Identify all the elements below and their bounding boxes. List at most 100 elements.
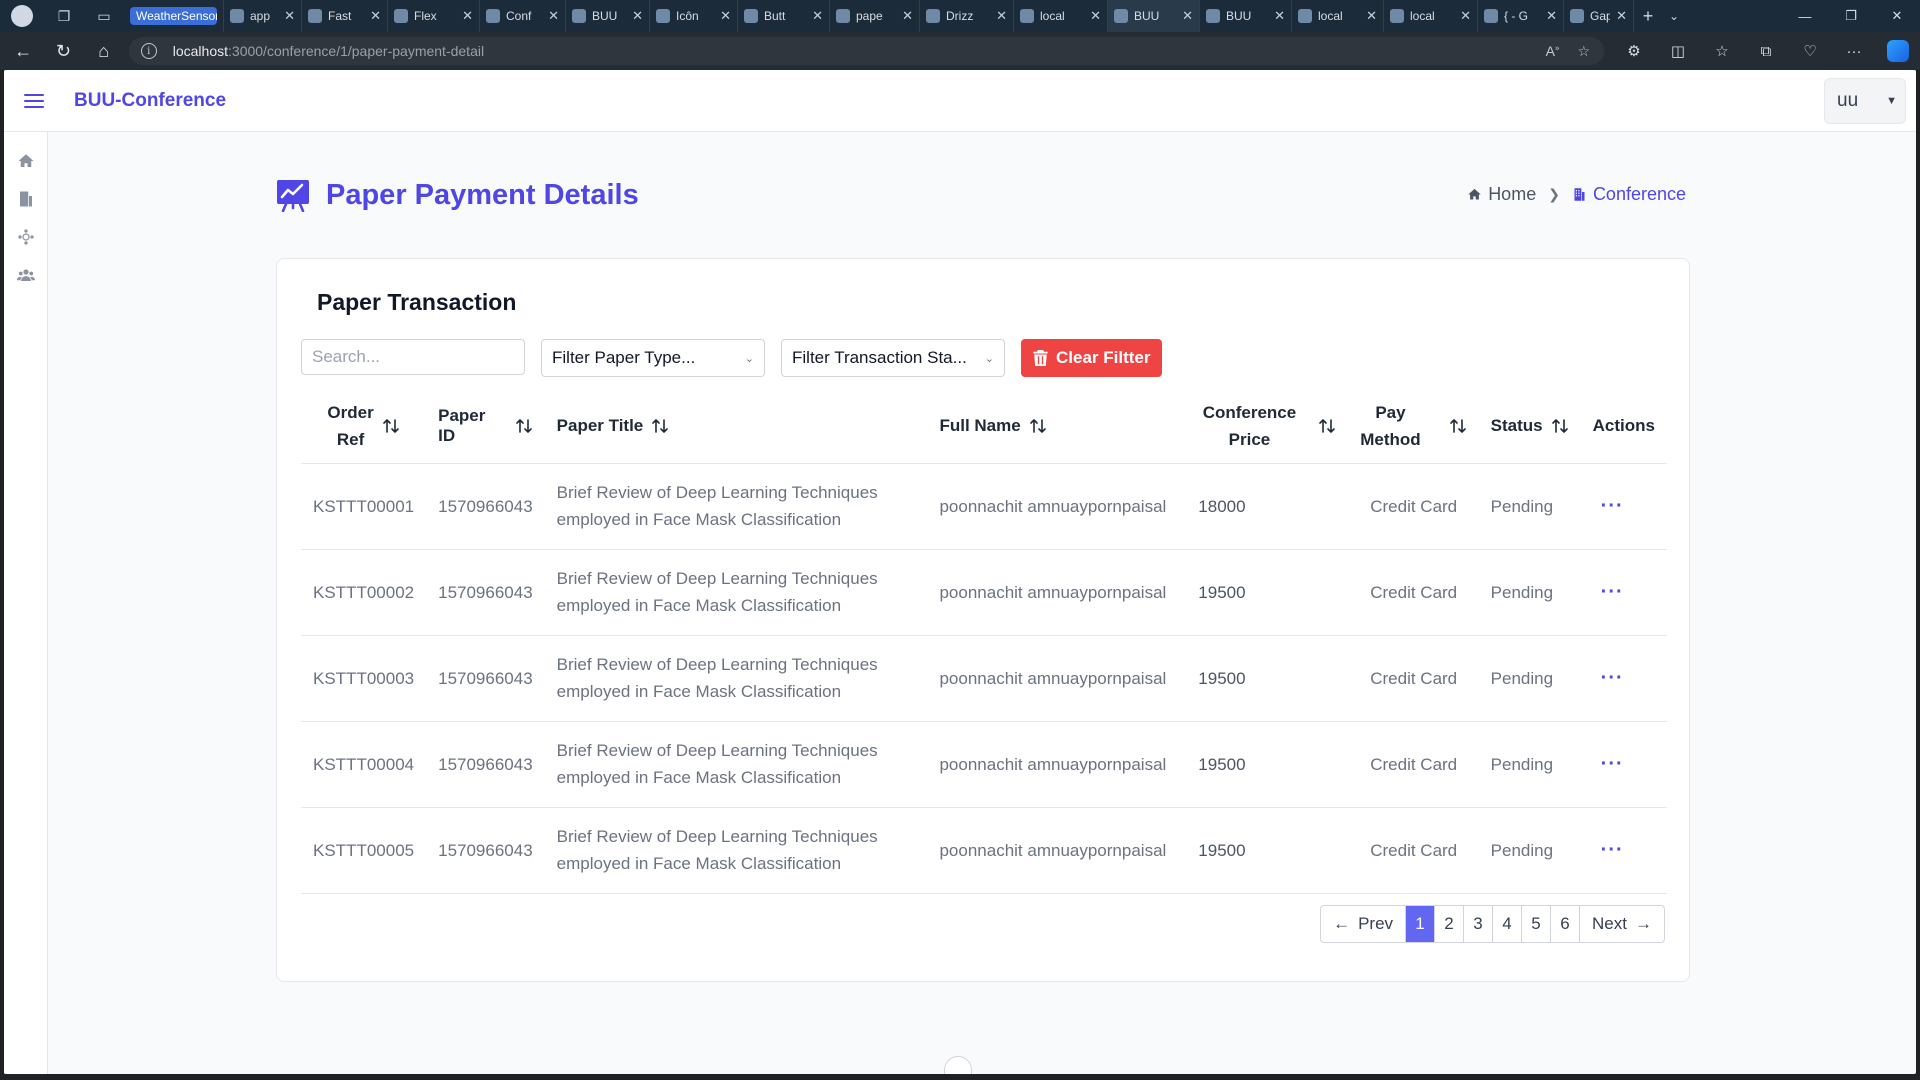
row-actions-menu-icon[interactable]: ···	[1580, 635, 1667, 722]
next-page-button[interactable]: Next →	[1580, 906, 1664, 942]
close-tab-icon[interactable]: ✕	[1090, 8, 1101, 24]
favorite-star-icon[interactable]: ☆	[1577, 43, 1590, 60]
favorites-icon[interactable]: ☆	[1700, 32, 1744, 70]
col-status[interactable]: Status	[1478, 389, 1581, 464]
close-tab-icon[interactable]: ✕	[812, 8, 823, 24]
sort-icon[interactable]	[1551, 417, 1569, 435]
sort-icon[interactable]	[1449, 417, 1467, 435]
browser-tab[interactable]: Icôn ✕	[650, 0, 738, 32]
col-conference-price[interactable]: Conference Price	[1186, 389, 1349, 464]
devtools-toggle-icon[interactable]	[944, 1056, 972, 1074]
browser-tab[interactable]: local ✕	[1014, 0, 1108, 32]
browser-tab[interactable]: Butt ✕	[738, 0, 830, 32]
sort-icon[interactable]	[1029, 417, 1047, 435]
browser-tab[interactable]: BUU ✕	[1108, 0, 1200, 32]
more-menu-icon[interactable]: ···	[1832, 32, 1876, 70]
prev-page-button[interactable]: ← Prev	[1321, 906, 1407, 942]
clear-filter-button[interactable]: Clear Filtter	[1021, 339, 1163, 377]
close-tab-icon[interactable]: ✕	[632, 8, 643, 24]
close-tab-icon[interactable]: ✕	[1274, 8, 1285, 24]
browser-tab[interactable]: pape ✕	[830, 0, 920, 32]
browser-tab[interactable]: Conf ✕	[480, 0, 566, 32]
close-tab-icon[interactable]: ✕	[462, 8, 473, 24]
sidebar-item-network[interactable]	[4, 218, 48, 256]
browser-tab[interactable]: WeatherSensor	[124, 0, 224, 32]
browser-essentials-icon[interactable]: ♡	[1788, 32, 1832, 70]
row-actions-menu-icon[interactable]: ···	[1580, 549, 1667, 636]
close-tab-icon[interactable]: ✕	[1182, 8, 1193, 24]
breadcrumb-conference[interactable]: Conference	[1572, 184, 1686, 205]
col-pay-method[interactable]: Pay Method	[1348, 389, 1479, 464]
sort-icon[interactable]	[515, 417, 533, 435]
read-aloud-icon[interactable]: A»	[1546, 43, 1560, 60]
browser-tab[interactable]: Drizz ✕	[920, 0, 1014, 32]
close-tab-icon[interactable]: ✕	[720, 8, 731, 24]
sort-icon[interactable]	[382, 417, 400, 435]
extensions-icon[interactable]: ⚙	[1612, 32, 1656, 70]
close-tab-icon[interactable]: ✕	[1460, 8, 1471, 24]
restore-icon[interactable]: ❐	[1828, 0, 1874, 32]
clear-filter-label: Clear Filtter	[1056, 348, 1151, 367]
browser-tab[interactable]: BUU ✕	[566, 0, 650, 32]
page-button[interactable]: 4	[1493, 906, 1523, 942]
sort-icon[interactable]	[1318, 417, 1336, 435]
page-button[interactable]: 5	[1522, 906, 1552, 942]
search-input[interactable]	[301, 339, 525, 375]
close-tab-icon[interactable]: ✕	[284, 8, 295, 24]
collections-icon[interactable]: ⧉	[1744, 32, 1788, 70]
tab-favicon-icon	[572, 9, 586, 23]
browser-tab[interactable]: Gap ✕	[1564, 0, 1634, 32]
user-name: uu	[1837, 90, 1859, 111]
url-field[interactable]: i localhost:3000/conference/1/paper-paym…	[128, 37, 1604, 65]
back-icon[interactable]: ←	[6, 32, 40, 70]
new-tab-icon[interactable]: +	[1634, 6, 1662, 27]
reload-icon[interactable]: ↻	[46, 32, 80, 70]
browser-tab[interactable]: local ✕	[1292, 0, 1384, 32]
sidebar-item-buildings[interactable]	[4, 180, 48, 218]
minimize-icon[interactable]: —	[1782, 0, 1828, 32]
row-actions-menu-icon[interactable]: ···	[1580, 721, 1667, 808]
home-icon[interactable]: ⌂	[87, 32, 121, 70]
browser-tab[interactable]: Flex ✕	[388, 0, 480, 32]
col-full-name[interactable]: Full Name	[927, 389, 1187, 464]
browser-tab[interactable]: Fast ✕	[302, 0, 388, 32]
close-tab-icon[interactable]: ✕	[370, 8, 381, 24]
split-screen-icon[interactable]: ◫	[1656, 32, 1700, 70]
brand-title[interactable]: BUU-Conference	[74, 90, 226, 112]
browser-tab[interactable]: app ✕	[224, 0, 302, 32]
copilot-icon[interactable]	[1876, 32, 1920, 70]
col-paper-id[interactable]: Paper ID	[426, 389, 545, 464]
row-actions-menu-icon[interactable]: ···	[1580, 807, 1667, 894]
close-tab-icon[interactable]: ✕	[1616, 8, 1627, 24]
site-info-icon[interactable]: i	[140, 43, 157, 59]
close-tab-icon[interactable]: ✕	[548, 8, 559, 24]
sidebar-item-users[interactable]	[4, 256, 48, 294]
close-tab-icon[interactable]: ✕	[902, 8, 913, 24]
menu-toggle-icon[interactable]	[24, 93, 44, 108]
breadcrumb-home[interactable]: Home	[1467, 184, 1536, 205]
browser-tab[interactable]: local ✕	[1384, 0, 1478, 32]
page-button[interactable]: 1	[1406, 906, 1436, 942]
close-window-icon[interactable]: ✕	[1874, 0, 1920, 32]
tab-actions-icon[interactable]: ▭	[84, 0, 124, 32]
page-button[interactable]: 6	[1551, 906, 1581, 942]
browser-tab[interactable]: BUU ✕	[1200, 0, 1292, 32]
filter-paper-type-select[interactable]: Filter Paper Type... ⌄	[541, 339, 765, 377]
close-tab-icon[interactable]: ✕	[1366, 8, 1377, 24]
sort-icon[interactable]	[651, 417, 669, 435]
col-order-ref[interactable]: Order Ref	[301, 389, 427, 464]
browser-tab[interactable]: { - G ✕	[1478, 0, 1564, 32]
cell-paper-id: 1570966043	[426, 463, 545, 550]
page-button[interactable]: 3	[1464, 906, 1494, 942]
row-actions-menu-icon[interactable]: ···	[1580, 463, 1667, 550]
close-tab-icon[interactable]: ✕	[1546, 8, 1557, 24]
col-paper-title[interactable]: Paper Title	[544, 389, 928, 464]
tab-list-chevron-icon[interactable]: ⌄	[1662, 9, 1686, 23]
user-menu-select[interactable]: uu ▼	[1824, 78, 1906, 124]
page-button[interactable]: 2	[1435, 906, 1465, 942]
workspaces-icon[interactable]: ❐	[44, 0, 84, 32]
profile-icon[interactable]	[0, 0, 44, 32]
close-tab-icon[interactable]: ✕	[996, 8, 1007, 24]
sidebar-item-home[interactable]	[4, 142, 48, 180]
filter-transaction-status-select[interactable]: Filter Transaction Sta... ⌄	[781, 339, 1005, 377]
